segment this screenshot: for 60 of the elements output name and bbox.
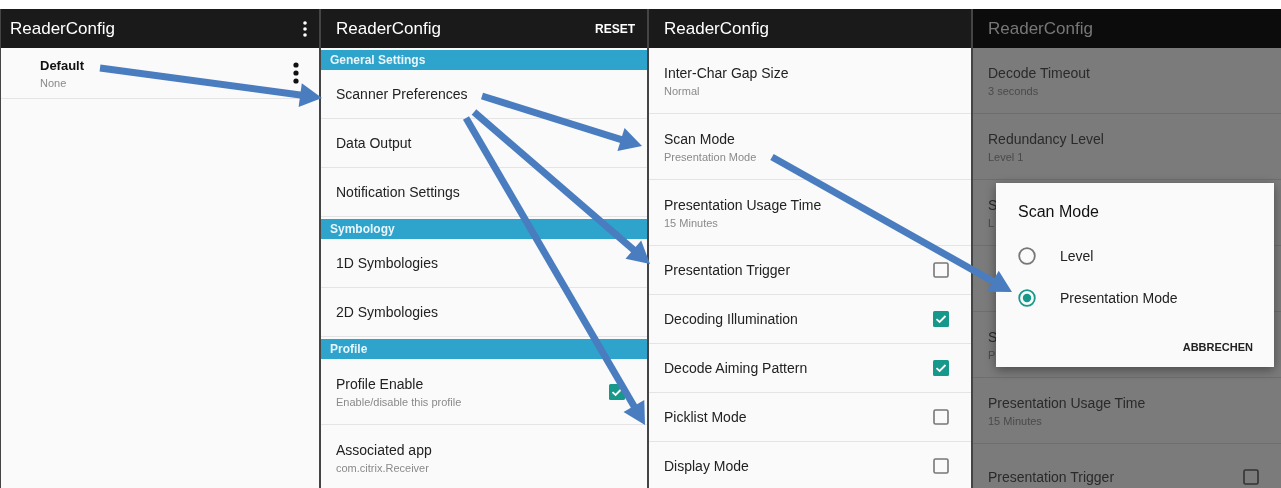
setting-title: Picklist Mode bbox=[664, 409, 747, 425]
settings-row[interactable]: Associated app com.citrix.Receiver bbox=[321, 425, 647, 488]
settings-row[interactable]: Decode Aiming Pattern bbox=[649, 344, 971, 393]
settings-row[interactable]: Display Mode bbox=[649, 442, 971, 488]
profile-name: Default bbox=[40, 57, 85, 73]
checkbox[interactable] bbox=[933, 262, 949, 278]
setting-summary: Enable/disable this profile bbox=[336, 395, 462, 408]
setting-title: Presentation Trigger bbox=[988, 468, 1115, 485]
reset-button[interactable]: RESET bbox=[595, 17, 635, 40]
setting-title: Decode Aiming Pattern bbox=[664, 360, 808, 376]
settings-row[interactable]: Presentation Trigger bbox=[649, 246, 971, 295]
overflow-menu-icon[interactable] bbox=[303, 20, 307, 37]
radio-option[interactable]: Level bbox=[1018, 235, 1252, 277]
setting-title: Inter-Char Gap Size bbox=[664, 64, 789, 81]
setting-summary: Presentation Mode bbox=[664, 150, 757, 163]
setting-title: Presentation Usage Time bbox=[664, 196, 822, 213]
section-header: Symbology bbox=[321, 219, 647, 239]
settings-row[interactable]: Scanner Preferences bbox=[321, 70, 647, 119]
setting-title: Profile Enable bbox=[336, 375, 425, 392]
app-title: ReaderConfig bbox=[10, 18, 115, 39]
settings-row[interactable]: Notification Settings bbox=[321, 168, 647, 217]
dialog-title: Scan Mode bbox=[1018, 203, 1100, 221]
setting-title: Redundancy Level bbox=[988, 130, 1104, 147]
setting-title: Presentation Usage Time bbox=[988, 394, 1146, 411]
section-header: Profile bbox=[321, 339, 647, 359]
checkbox[interactable] bbox=[933, 360, 949, 376]
setting-title: 2D Symbologies bbox=[336, 304, 438, 320]
setting-title: 1D Symbologies bbox=[336, 255, 438, 271]
setting-title: Scanner Preferences bbox=[336, 86, 468, 102]
setting-title: Display Mode bbox=[664, 458, 749, 474]
setting-title: Scan Mode bbox=[664, 130, 736, 147]
radio-button[interactable] bbox=[1018, 289, 1036, 307]
checkbox[interactable] bbox=[1243, 468, 1259, 485]
app-title: ReaderConfig bbox=[336, 18, 441, 39]
setting-title: Notification Settings bbox=[336, 184, 460, 200]
setting-title: Associated app bbox=[336, 441, 432, 458]
overflow-menu-icon[interactable] bbox=[293, 62, 299, 84]
setting-title: Presentation Trigger bbox=[664, 262, 791, 278]
cancel-button[interactable]: ABBRECHEN bbox=[1182, 337, 1253, 357]
checkbox[interactable] bbox=[933, 311, 949, 327]
setting-summary: 15 Minutes bbox=[664, 216, 719, 229]
setting-title: Decoding Illumination bbox=[664, 311, 798, 327]
settings-row[interactable]: Picklist Mode bbox=[649, 393, 971, 442]
profile-summary: None bbox=[40, 76, 68, 89]
setting-summary: Normal bbox=[664, 84, 701, 97]
setting-summary: com.citrix.Receiver bbox=[336, 461, 430, 474]
setting-title: Data Output bbox=[336, 135, 412, 151]
app-title: ReaderConfig bbox=[664, 18, 769, 39]
checkbox[interactable] bbox=[933, 409, 949, 425]
app-title: ReaderConfig bbox=[988, 18, 1093, 39]
radio-button[interactable] bbox=[1018, 247, 1036, 265]
settings-row[interactable]: Scan Mode Presentation Mode bbox=[649, 114, 971, 180]
checkbox[interactable] bbox=[933, 458, 949, 474]
settings-row[interactable]: Inter-Char Gap Size Normal bbox=[649, 48, 971, 114]
section-header: General Settings bbox=[321, 50, 647, 70]
radio-option[interactable]: Presentation Mode bbox=[1018, 277, 1252, 319]
settings-row[interactable]: Decoding Illumination bbox=[649, 295, 971, 344]
settings-row[interactable]: Presentation Usage Time 15 Minutes bbox=[649, 180, 971, 246]
settings-row[interactable]: 2D Symbologies bbox=[321, 288, 647, 337]
setting-title: Decode Timeout bbox=[988, 64, 1090, 81]
